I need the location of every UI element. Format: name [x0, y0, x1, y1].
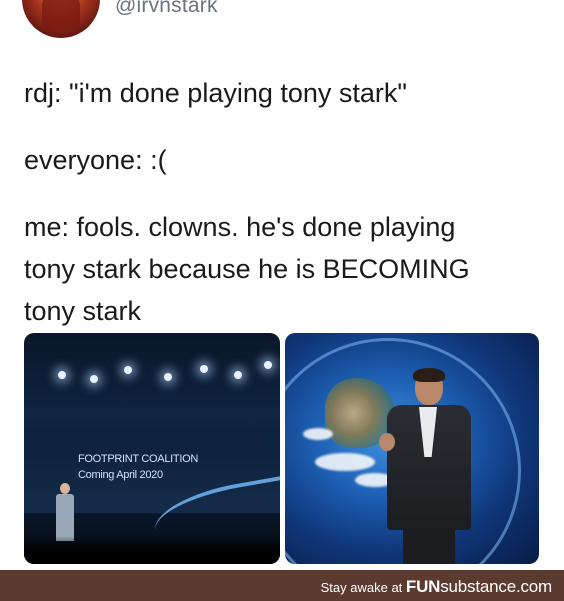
speaker-figure	[377, 368, 487, 564]
tweet-line: everyone: :(	[24, 145, 167, 175]
watermark-bar: Stay awake at FUNsubstance.com	[0, 570, 564, 601]
watermark-brand: FUNsubstance.com	[405, 577, 552, 596]
watermark-prefix: Stay awake at	[320, 580, 406, 595]
tweet-header: @irvnstark	[0, 0, 564, 40]
earth-photo[interactable]	[285, 333, 539, 564]
user-handle[interactable]: @irvnstark	[115, 0, 218, 18]
tweet-line: tony stark because he is BECOMING	[24, 254, 470, 284]
speaker-figure	[54, 483, 76, 543]
stage-photo[interactable]: FOOTPRINT COALITION Coming April 2020	[24, 333, 280, 564]
avatar[interactable]	[22, 0, 100, 38]
meme-post: @irvnstark rdj: "i'm done playing tony s…	[0, 0, 564, 601]
watermark-text[interactable]: Stay awake at FUNsubstance.com	[320, 577, 553, 597]
tweet-line: rdj: "i'm done playing tony stark"	[24, 78, 407, 108]
audience-silhouette	[24, 536, 280, 564]
cloud	[303, 428, 333, 440]
stage-lights	[24, 333, 280, 393]
screen-subtitle: Coming April 2020	[78, 469, 163, 481]
screen-caption: FOOTPRINT COALITION Coming April 2020	[78, 451, 198, 483]
screen-title: FOOTPRINT COALITION	[78, 453, 198, 465]
tweet-line: tony stark	[24, 296, 142, 326]
cloud	[315, 453, 375, 471]
tweet-line: me: fools. clowns. he's done playing	[24, 212, 456, 242]
tweet-text: rdj: "i'm done playing tony stark" every…	[24, 72, 544, 332]
